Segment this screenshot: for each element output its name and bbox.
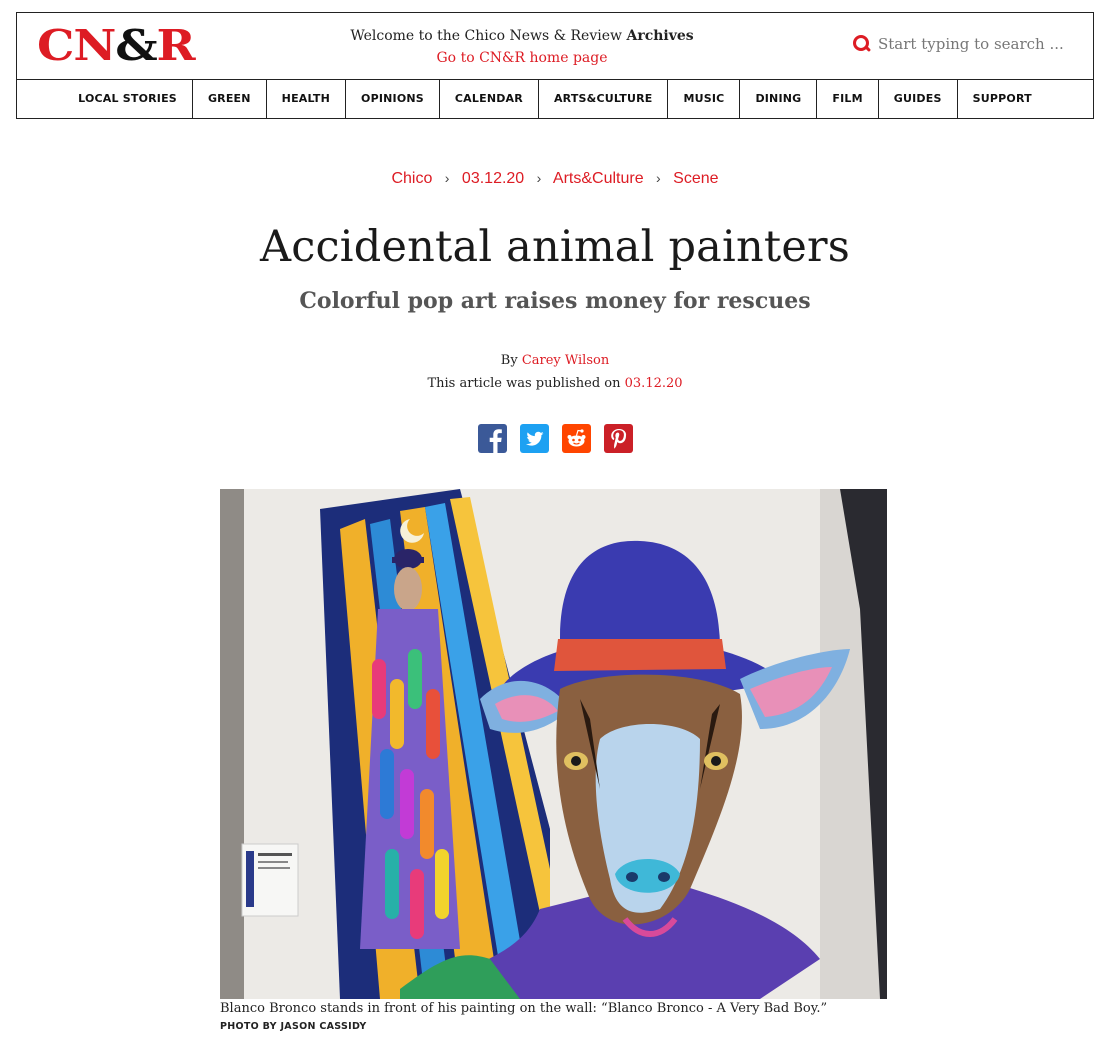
nav-item-music[interactable]: MUSIC bbox=[668, 80, 741, 118]
main-nav: LOCAL STORIES GREEN HEALTH OPINIONS CALE… bbox=[17, 80, 1093, 118]
welcome-prefix: Welcome to the Chico News & Review bbox=[350, 28, 622, 44]
breadcrumb: Chico › 03.12.20 › Arts&Culture › Scene bbox=[0, 170, 1110, 188]
byline: By Carey Wilson This article was publish… bbox=[0, 349, 1110, 395]
site-header: CN&R Welcome to the Chico News & Review … bbox=[16, 12, 1094, 119]
search-box[interactable] bbox=[853, 31, 1073, 57]
nav-item-dining[interactable]: DINING bbox=[740, 80, 818, 118]
welcome-block: Welcome to the Chico News & Review Archi… bbox=[317, 25, 727, 69]
published-prefix: This article was published on bbox=[427, 376, 621, 391]
published-line: This article was published on 03.12.20 bbox=[0, 372, 1110, 395]
nav-item-green[interactable]: GREEN bbox=[193, 80, 267, 118]
nav-item-local-stories[interactable]: LOCAL STORIES bbox=[63, 80, 193, 118]
breadcrumb-item-scene[interactable]: Scene bbox=[673, 170, 718, 187]
nav-item-opinions[interactable]: OPINIONS bbox=[346, 80, 440, 118]
nav-item-guides[interactable]: GUIDES bbox=[879, 80, 958, 118]
welcome-archives: Archives bbox=[626, 28, 694, 44]
breadcrumb-separator: › bbox=[536, 170, 542, 186]
search-icon[interactable] bbox=[853, 35, 869, 53]
article-photo bbox=[220, 489, 887, 999]
site-logo[interactable]: CN&R bbox=[37, 25, 196, 67]
search-input[interactable] bbox=[878, 35, 1073, 53]
breadcrumb-separator: › bbox=[656, 170, 661, 186]
nav-item-arts-culture[interactable]: ARTS&CULTURE bbox=[539, 80, 669, 118]
author-line: By Carey Wilson bbox=[0, 349, 1110, 372]
breadcrumb-item-date[interactable]: 03.12.20 bbox=[462, 170, 524, 187]
share-buttons bbox=[0, 424, 1110, 453]
photo-caption: Blanco Bronco stands in front of his pai… bbox=[220, 1001, 828, 1016]
breadcrumb-separator: › bbox=[444, 170, 450, 186]
nav-item-calendar[interactable]: CALENDAR bbox=[440, 80, 539, 118]
breadcrumb-item-chico[interactable]: Chico bbox=[391, 170, 432, 187]
article-title: Accidental animal painters bbox=[259, 222, 851, 272]
breadcrumb-item-arts-culture[interactable]: Arts&Culture bbox=[553, 170, 644, 187]
author-link[interactable]: Carey Wilson bbox=[522, 353, 609, 368]
top-bar: CN&R Welcome to the Chico News & Review … bbox=[17, 13, 1093, 80]
home-page-link[interactable]: Go to CN&R home page bbox=[317, 47, 727, 69]
facebook-icon[interactable] bbox=[477, 424, 507, 453]
by-prefix: By bbox=[500, 353, 518, 368]
photo-credit: PHOTO BY JASON CASSIDY bbox=[220, 1021, 367, 1032]
reddit-icon[interactable] bbox=[561, 424, 591, 453]
welcome-text: Welcome to the Chico News & Review Archi… bbox=[317, 25, 727, 47]
nav-item-support[interactable]: SUPPORT bbox=[958, 80, 1047, 118]
twitter-icon[interactable] bbox=[519, 424, 549, 453]
nav-item-film[interactable]: FILM bbox=[817, 80, 879, 118]
pinterest-icon[interactable] bbox=[603, 424, 633, 453]
article-subtitle: Colorful pop art raises money for rescue… bbox=[299, 288, 811, 314]
published-date-link[interactable]: 03.12.20 bbox=[625, 376, 683, 391]
nav-item-health[interactable]: HEALTH bbox=[267, 80, 347, 118]
